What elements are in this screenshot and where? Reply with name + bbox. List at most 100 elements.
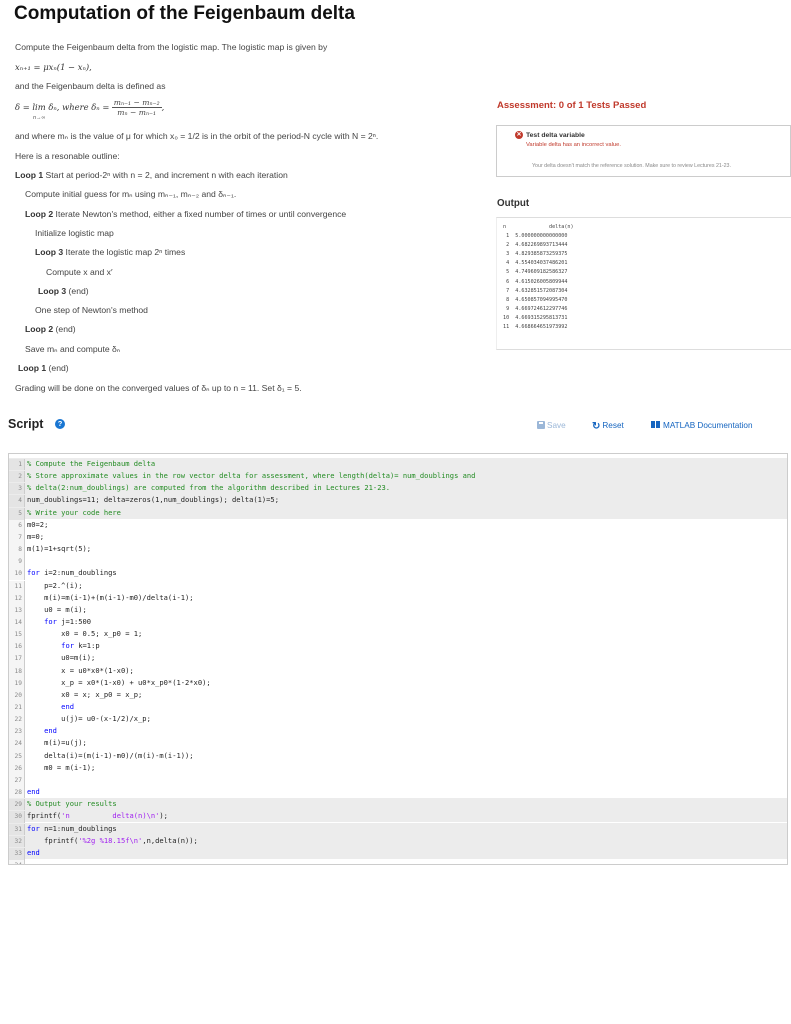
code-line[interactable]: 8 m(1)=1+sqrt(5);: [9, 543, 787, 557]
code-text[interactable]: delta(i)=(m(i-1)-m0)/(m(i)-m(i-1));: [25, 751, 193, 760]
code-text[interactable]: num_doublings=11; delta=zeros(1,num_doub…: [25, 495, 279, 504]
code-line[interactable]: 3% delta(2:num_doublings) are computed f…: [9, 482, 787, 496]
code-line[interactable]: 4 num_doublings=11; delta=zeros(1,num_dou…: [9, 494, 787, 508]
fail-icon: ✕: [515, 131, 523, 139]
outline-item: Loop 2 (end): [25, 324, 76, 334]
code-text[interactable]: % Store approximate values in the row ve…: [25, 471, 475, 480]
code-line[interactable]: 32 fprintf('%2g %18.15f\n',n,delta(n));: [9, 834, 787, 848]
outline-item: Compute x and x′: [46, 267, 113, 277]
grading-text: Grading will be done on the converged va…: [15, 383, 302, 393]
code-text[interactable]: end: [25, 848, 40, 857]
reset-button[interactable]: ↻ Reset: [592, 421, 624, 432]
code-line[interactable]: 12 m(i)=m(i-1)+(m(i-1)-m0)/delta(i-1);: [9, 592, 787, 605]
outline-intro: Here is a resonable outline:: [15, 151, 120, 161]
code-text[interactable]: end: [25, 726, 57, 735]
code-text[interactable]: fprintf('%2g %18.15f\n',n,delta(n));: [25, 836, 198, 845]
code-line[interactable]: 34: [9, 859, 787, 864]
code-text[interactable]: p=2.^(i);: [25, 581, 82, 590]
delta-fraction: mₙ₋₁ − mₙ₋₂ mₙ − mₙ₋₁: [111, 98, 162, 117]
limit-subscript: n→∞: [33, 115, 46, 121]
outline-item: Initialize logistic map: [35, 228, 114, 238]
code-text[interactable]: m0 = m(i-1);: [25, 763, 95, 772]
outline-item: Loop 2 Iterate Newton's method, either a…: [25, 209, 347, 219]
code-text[interactable]: % delta(2:num_doublings) are computed fr…: [25, 483, 390, 492]
code-line[interactable]: 10 for i=2:num_doublings: [9, 567, 787, 581]
outline-item: Loop 3 Iterate the logistic map 2ⁿ times: [35, 247, 186, 257]
code-text[interactable]: % Write your code here: [25, 508, 121, 517]
code-line[interactable]: 21 end: [9, 701, 787, 715]
code-line[interactable]: 24 m(i)=u(j);: [9, 737, 787, 751]
code-line[interactable]: 23 end: [9, 725, 787, 739]
code-text[interactable]: fprintf('n delta(n)\n');: [25, 811, 168, 820]
code-text[interactable]: x0 = 0.5; x_p0 = 1;: [25, 629, 142, 638]
matlab-documentation-link[interactable]: MATLAB Documentation: [651, 421, 753, 430]
code-line[interactable]: 22 u(j)= u0-(x-1/2)/x_p;: [9, 713, 787, 727]
outline-item: One step of Newton's method: [35, 305, 148, 315]
outline-item: Loop 1 (end): [18, 363, 69, 373]
code-line[interactable]: 15 x0 = 0.5; x_p0 = 1;: [9, 628, 787, 642]
code-text[interactable]: u0 = m(i);: [25, 605, 87, 614]
code-line[interactable]: 13 u0 = m(i);: [9, 604, 787, 617]
line-number: 34: [9, 859, 25, 864]
code-line[interactable]: 11 p=2.^(i);: [9, 580, 787, 593]
code-text[interactable]: end: [25, 787, 40, 796]
code-line[interactable]: 30 fprintf('n delta(n)\n');: [9, 810, 787, 824]
code-line[interactable]: 20 x0 = x; x_p0 = x_p;: [9, 689, 787, 702]
code-text[interactable]: m(i)=m(i-1)+(m(i-1)-m0)/delta(i-1);: [25, 593, 193, 602]
code-line[interactable]: 18 x = u0*x0*(1-x0);: [9, 665, 787, 678]
reset-icon: ↻: [592, 421, 601, 432]
delta-lhs: δ = lim δₙ, where δₙ =: [15, 101, 110, 112]
where-text: and where mₙ is the value of μ for which…: [15, 131, 379, 141]
book-icon: [651, 421, 660, 428]
outline-item: Loop 3 (end): [38, 286, 89, 296]
outline-item: Compute initial guess for mₙ using mₙ₋₁,…: [25, 189, 237, 199]
code-text[interactable]: u0=m(i);: [25, 653, 95, 662]
test-name[interactable]: Test delta variable: [526, 132, 585, 139]
code-text[interactable]: [25, 775, 27, 784]
code-text[interactable]: m=0;: [25, 532, 44, 541]
code-text[interactable]: for k=1:p: [25, 641, 99, 650]
code-text[interactable]: u(j)= u0-(x-1/2)/x_p;: [25, 714, 151, 723]
code-line[interactable]: 25 delta(i)=(m(i-1)-m0)/(m(i)-m(i-1));: [9, 750, 787, 763]
save-button[interactable]: Save: [537, 421, 566, 430]
script-title: Script: [8, 417, 44, 431]
code-line[interactable]: 19 x_p = x0*(1-x0) + u0*x_p0*(1-2*x0);: [9, 677, 787, 690]
code-text[interactable]: end: [25, 702, 74, 711]
output-text: n delta(n) 1 5.000000000000000 2 4.68226…: [503, 224, 574, 331]
code-text[interactable]: m(1)=1+sqrt(5);: [25, 544, 91, 553]
code-line[interactable]: 16 for k=1:p: [9, 640, 787, 654]
code-line[interactable]: 2% Store approximate values in the row v…: [9, 470, 787, 484]
code-text[interactable]: m(i)=u(j);: [25, 738, 87, 747]
code-line[interactable]: 27: [9, 774, 787, 788]
outline-item: Loop 1 Start at period-2ⁿ with n = 2, an…: [15, 170, 288, 180]
help-icon[interactable]: ?: [55, 419, 65, 429]
code-line[interactable]: 33 end: [9, 846, 787, 860]
code-line[interactable]: 5% Write your code here: [9, 506, 787, 520]
code-line[interactable]: 28 end: [9, 786, 787, 800]
code-text[interactable]: % Output your results: [25, 799, 117, 808]
code-text[interactable]: x0 = x; x_p0 = x_p;: [25, 690, 142, 699]
code-line[interactable]: 9: [9, 555, 787, 569]
code-text[interactable]: [25, 860, 27, 864]
code-text[interactable]: for j=1:500: [25, 617, 91, 626]
code-text[interactable]: for n=1:num_doublings: [25, 824, 117, 833]
code-text[interactable]: x = u0*x0*(1-x0);: [25, 666, 134, 675]
code-line[interactable]: 17 u0=m(i);: [9, 652, 787, 666]
code-text[interactable]: x_p = x0*(1-x0) + u0*x_p0*(1-2*x0);: [25, 678, 211, 687]
code-text[interactable]: m0=2;: [25, 520, 48, 529]
assessment-title: Assessment: 0 of 1 Tests Passed: [497, 100, 647, 111]
code-line[interactable]: 29% Output your results: [9, 798, 787, 812]
code-line[interactable]: 26 m0 = m(i-1);: [9, 762, 787, 775]
code-line[interactable]: 31 for n=1:num_doublings: [9, 822, 787, 836]
code-text[interactable]: [25, 556, 27, 565]
code-text[interactable]: % Compute the Feigenbaum delta: [25, 459, 155, 468]
code-line[interactable]: 14 for j=1:500: [9, 616, 787, 630]
delta-denominator: mₙ − mₙ₋₁: [117, 108, 157, 117]
code-text[interactable]: for i=2:num_doublings: [25, 568, 117, 577]
code-editor[interactable]: 1% Compute the Feigenbaum delta 2% Store …: [8, 453, 788, 865]
intro-text: Compute the Feigenbaum delta from the lo…: [15, 42, 328, 52]
code-line[interactable]: 6 m0=2;: [9, 519, 787, 532]
code-line[interactable]: 1% Compute the Feigenbaum delta: [9, 458, 787, 472]
logistic-equation: xₙ₊₁ = μxₙ(1 − xₙ),: [15, 62, 92, 72]
code-line[interactable]: 7 m=0;: [9, 531, 787, 545]
